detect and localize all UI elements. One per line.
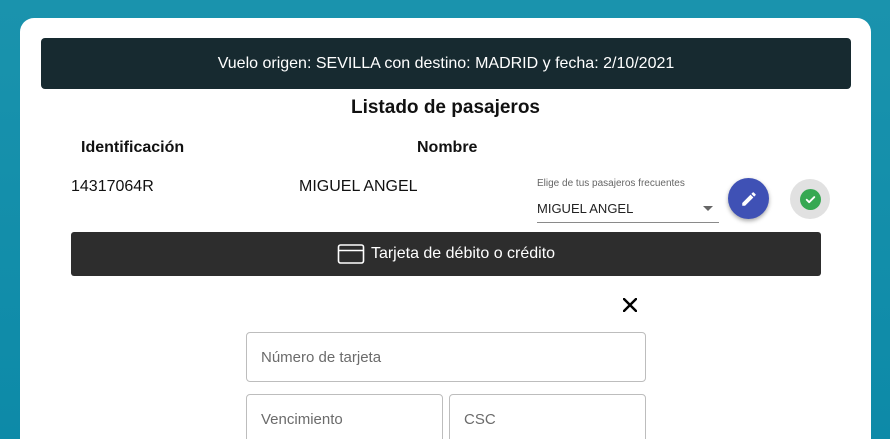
flight-info-banner: Vuelo origen: SEVILLA con destino: MADRI… [41,38,851,89]
frequent-passenger-label: Elige de tus pasajeros frecuentes [537,178,685,189]
passenger-name: MIGUEL ANGEL [299,178,418,195]
column-header-id: Identificación [81,139,185,156]
payment-method-bar[interactable]: Tarjeta de débito o crédito [71,232,821,276]
payment-method-label: Tarjeta de débito o crédito [370,245,556,262]
frequent-passenger-value: MIGUEL ANGEL [537,201,634,216]
frequent-passenger-select[interactable]: Elige de tus pasajeros frecuentes MIGUEL… [537,176,719,223]
dropdown-caret-icon [703,206,713,211]
passenger-card: Vuelo origen: SEVILLA con destino: MADRI… [20,18,871,439]
close-icon [623,298,637,312]
column-header-name: Nombre [417,139,478,156]
card-number-input[interactable] [246,332,646,382]
confirm-passenger-button[interactable] [790,179,830,219]
passenger-id: 14317064R [71,178,154,195]
edit-passenger-button[interactable] [728,178,769,219]
credit-card-icon [337,244,365,264]
pencil-icon [741,191,756,206]
expiry-input[interactable] [246,394,443,439]
page-title: Listado de pasajeros [350,97,540,118]
csc-input[interactable] [449,394,646,439]
check-circle-icon [799,188,821,210]
close-button[interactable] [619,294,641,316]
flight-info-text: Vuelo origen: SEVILLA con destino: MADRI… [217,54,675,72]
